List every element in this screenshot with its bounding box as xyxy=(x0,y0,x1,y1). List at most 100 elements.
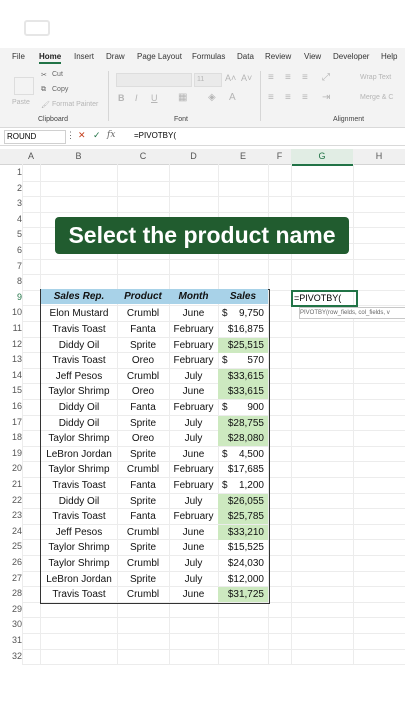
increase-font-icon[interactable]: A˄ xyxy=(225,73,236,83)
month-cell[interactable]: July xyxy=(169,369,218,384)
column-header-f[interactable]: F xyxy=(268,149,291,165)
month-cell[interactable]: February xyxy=(169,400,218,415)
product-cell[interactable]: Fanta xyxy=(117,322,169,337)
sales-cell[interactable]: $24,030 xyxy=(218,556,268,571)
sales-cell[interactable]: $900 xyxy=(218,400,268,415)
function-tooltip[interactable]: PIVOTBY(row_fields, col_fields, v xyxy=(299,307,405,319)
sales-cell[interactable]: $28,755 xyxy=(218,415,268,431)
column-header-e[interactable]: E xyxy=(218,149,268,165)
month-cell[interactable]: June xyxy=(169,587,218,602)
bold-button[interactable]: B xyxy=(118,93,125,103)
sales-rep-cell[interactable]: LeBron Jordan xyxy=(41,572,117,587)
sales-cell[interactable]: $570 xyxy=(218,353,268,368)
sales-rep-cell[interactable]: Taylor Shrimp xyxy=(41,556,117,571)
underline-button[interactable]: U xyxy=(151,93,158,103)
sales-rep-cell[interactable]: Travis Toast xyxy=(41,353,117,368)
align-middle-icon[interactable]: ≡ xyxy=(285,72,291,83)
sales-cell[interactable]: $12,000 xyxy=(218,572,268,587)
tab-draw[interactable]: Draw xyxy=(106,52,125,61)
borders-icon[interactable]: ▦ xyxy=(178,92,187,103)
fill-color-icon[interactable]: ◈ xyxy=(208,92,216,103)
sales-rep-cell[interactable]: Diddy Oil xyxy=(41,400,117,415)
sales-rep-cell[interactable]: Jeff Pesos xyxy=(41,525,117,540)
tab-home[interactable]: Home xyxy=(39,52,62,64)
tab-insert[interactable]: Insert xyxy=(74,52,94,61)
tab-view[interactable]: View xyxy=(304,52,321,61)
product-cell[interactable]: Sprite xyxy=(117,540,169,555)
month-cell[interactable]: July xyxy=(169,416,218,431)
sales-rep-cell[interactable]: Diddy Oil xyxy=(41,494,117,509)
name-box[interactable]: ROUND xyxy=(4,130,66,144)
month-cell[interactable]: June xyxy=(169,525,218,540)
product-cell[interactable]: Crumbl xyxy=(117,306,169,321)
product-cell[interactable]: Fanta xyxy=(117,478,169,493)
column-header-b[interactable]: B xyxy=(40,149,117,165)
month-cell[interactable]: February xyxy=(169,353,218,368)
column-header-g[interactable]: G xyxy=(291,149,353,166)
tab-formulas[interactable]: Formulas xyxy=(192,52,225,61)
product-cell[interactable]: Fanta xyxy=(117,400,169,415)
month-cell[interactable]: June xyxy=(169,384,218,399)
insert-function-icon[interactable]: fx xyxy=(107,130,115,140)
indent-icon[interactable]: ⇥ xyxy=(322,92,330,103)
sales-cell[interactable]: $25,785 xyxy=(218,509,268,525)
sales-cell[interactable]: $15,525 xyxy=(218,540,268,555)
product-cell[interactable]: Sprite xyxy=(117,494,169,509)
month-cell[interactable]: July xyxy=(169,431,218,446)
sales-rep-cell[interactable]: Elon Mustard xyxy=(41,306,117,321)
column-header-d[interactable]: D xyxy=(169,149,218,165)
align-left-icon[interactable]: ≡ xyxy=(268,92,274,103)
sales-rep-cell[interactable]: Travis Toast xyxy=(41,509,117,524)
enter-icon[interactable]: ✓ xyxy=(93,130,101,141)
tab-developer[interactable]: Developer xyxy=(333,52,369,61)
font-name-dropdown[interactable] xyxy=(116,73,192,87)
cancel-icon[interactable]: ✕ xyxy=(78,130,86,141)
month-cell[interactable]: June xyxy=(169,540,218,555)
sales-cell[interactable]: $26,055 xyxy=(218,493,268,509)
product-cell[interactable]: Crumbl xyxy=(117,369,169,384)
align-top-icon[interactable]: ≡ xyxy=(268,72,274,83)
sales-cell[interactable]: $17,685 xyxy=(218,462,268,477)
active-cell-g9[interactable]: =PIVOTBY( xyxy=(291,290,358,307)
sales-cell[interactable]: $33,615 xyxy=(218,368,268,384)
sales-rep-cell[interactable]: Diddy Oil xyxy=(41,338,117,353)
month-cell[interactable]: July xyxy=(169,556,218,571)
tab-review[interactable]: Review xyxy=(265,52,291,61)
tab-file[interactable]: File xyxy=(12,52,25,61)
product-cell[interactable]: Oreo xyxy=(117,353,169,368)
formula-input[interactable]: =PIVOTBY( xyxy=(134,131,176,140)
month-cell[interactable]: February xyxy=(169,322,218,337)
sales-rep-cell[interactable]: Taylor Shrimp xyxy=(41,540,117,555)
sales-cell[interactable]: $1,200 xyxy=(218,478,268,493)
sales-rep-cell[interactable]: Travis Toast xyxy=(41,478,117,493)
sales-rep-cell[interactable]: Taylor Shrimp xyxy=(41,431,117,446)
format-painter-button[interactable]: Format Painter xyxy=(52,101,98,108)
sales-cell[interactable]: $4,500 xyxy=(218,447,268,462)
sales-cell[interactable]: $33,615 xyxy=(218,384,268,400)
product-cell[interactable]: Oreo xyxy=(117,431,169,446)
product-cell[interactable]: Crumbl xyxy=(117,556,169,571)
select-all-corner[interactable] xyxy=(0,149,22,165)
tab-data[interactable]: Data xyxy=(237,52,254,61)
product-cell[interactable]: Crumbl xyxy=(117,587,169,602)
sales-rep-cell[interactable]: Travis Toast xyxy=(41,587,117,602)
month-cell[interactable]: July xyxy=(169,494,218,509)
product-cell[interactable]: Sprite xyxy=(117,416,169,431)
product-cell[interactable]: Crumbl xyxy=(117,462,169,477)
font-size-dropdown[interactable]: 11 xyxy=(194,73,222,87)
tab-page-layout[interactable]: Page Layout xyxy=(137,52,182,61)
sales-rep-cell[interactable]: Travis Toast xyxy=(41,322,117,337)
month-cell[interactable]: July xyxy=(169,572,218,587)
decrease-font-icon[interactable]: A˅ xyxy=(241,73,252,83)
sales-cell[interactable]: $9,750 xyxy=(218,306,268,321)
italic-button[interactable]: I xyxy=(135,93,138,103)
product-cell[interactable]: Crumbl xyxy=(117,525,169,540)
sales-rep-cell[interactable]: Taylor Shrimp xyxy=(41,462,117,477)
sales-rep-cell[interactable]: Jeff Pesos xyxy=(41,369,117,384)
product-cell[interactable]: Sprite xyxy=(117,338,169,353)
sales-rep-cell[interactable]: Diddy Oil xyxy=(41,416,117,431)
align-right-icon[interactable]: ≡ xyxy=(302,92,308,103)
tab-help[interactable]: Help xyxy=(381,52,397,61)
sales-cell[interactable]: $16,875 xyxy=(218,322,268,337)
paste-icon[interactable] xyxy=(14,77,34,95)
